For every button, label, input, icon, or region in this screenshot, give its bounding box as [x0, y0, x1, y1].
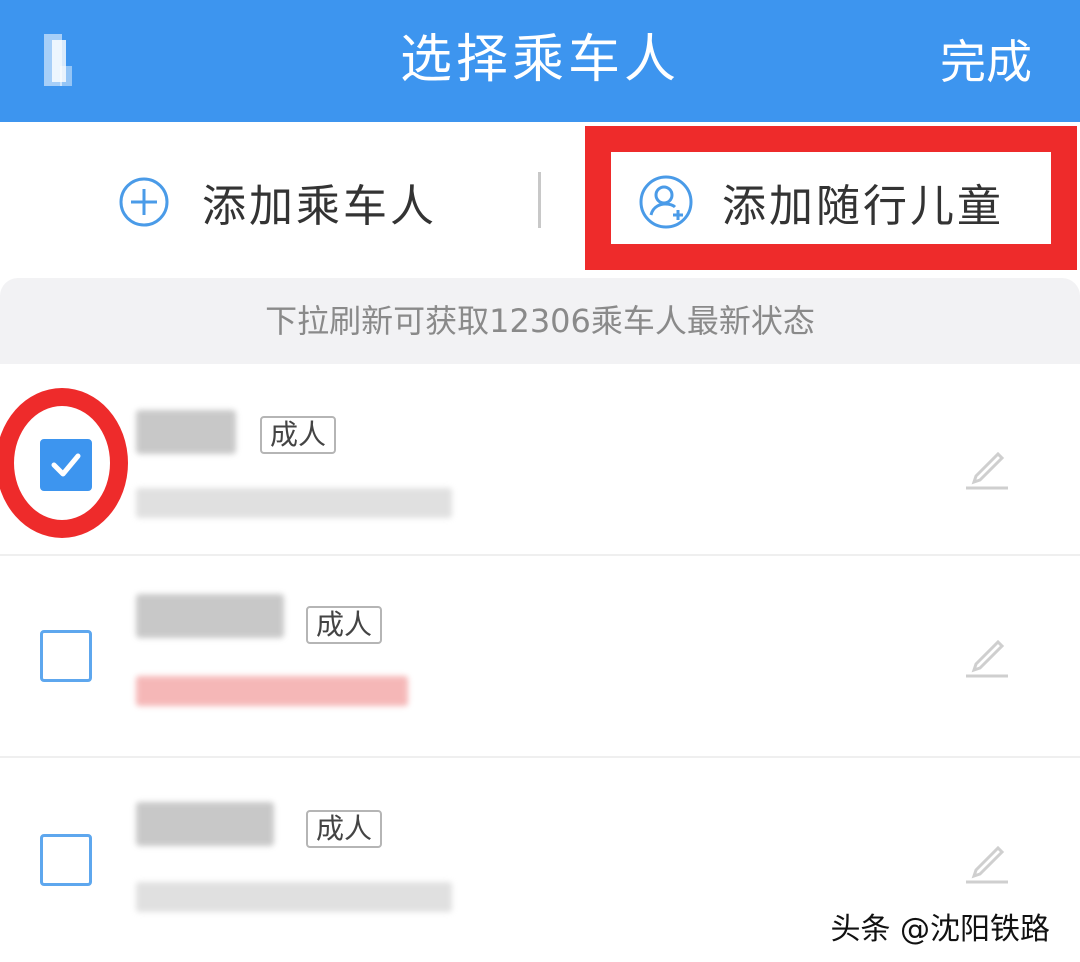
passenger-name-1 [136, 410, 236, 454]
passenger-checkbox-3[interactable] [40, 834, 92, 886]
passenger-checkbox-1[interactable] [40, 439, 92, 491]
passenger-type-tag-3: 成人 [306, 810, 383, 848]
passenger-type-tag-1: 成人 [260, 416, 337, 454]
title-bar: 选择乘车人 完成 [0, 0, 1080, 122]
passenger-type-tag-2: 成人 [306, 606, 383, 644]
pencil-icon[interactable] [962, 442, 1012, 492]
passenger-name-3 [136, 802, 274, 846]
action-bar: 添加乘车人 添加随行儿童 [0, 122, 1080, 278]
add-child-label: 添加随行儿童 [722, 181, 1004, 232]
passenger-row-2[interactable]: 成人 [0, 556, 1080, 746]
passenger-id-1 [136, 488, 452, 518]
add-user-icon [639, 175, 693, 229]
check-icon [51, 453, 81, 477]
watermark: 头条 @沈阳铁路 [824, 902, 1056, 950]
passenger-id-2 [136, 676, 408, 706]
add-passenger-label: 添加乘车人 [202, 181, 437, 232]
pencil-icon[interactable] [962, 836, 1012, 886]
add-child-button[interactable]: 添加随行儿童 [638, 172, 1004, 232]
add-passenger-button[interactable]: 添加乘车人 [118, 172, 437, 232]
page-title: 选择乘车人 [399, 30, 680, 90]
passenger-id-3 [136, 882, 452, 912]
passenger-checkbox-2[interactable] [40, 630, 92, 682]
pencil-icon[interactable] [962, 630, 1012, 680]
passenger-name-2 [136, 594, 284, 638]
refresh-hint: 下拉刷新可获取12306乘车人最新状态 [0, 278, 1080, 364]
divider [538, 172, 541, 228]
plus-circle-icon [119, 177, 169, 227]
passenger-row-1[interactable]: 成人 [0, 364, 1080, 554]
done-button[interactable]: 完成 [940, 32, 1032, 92]
